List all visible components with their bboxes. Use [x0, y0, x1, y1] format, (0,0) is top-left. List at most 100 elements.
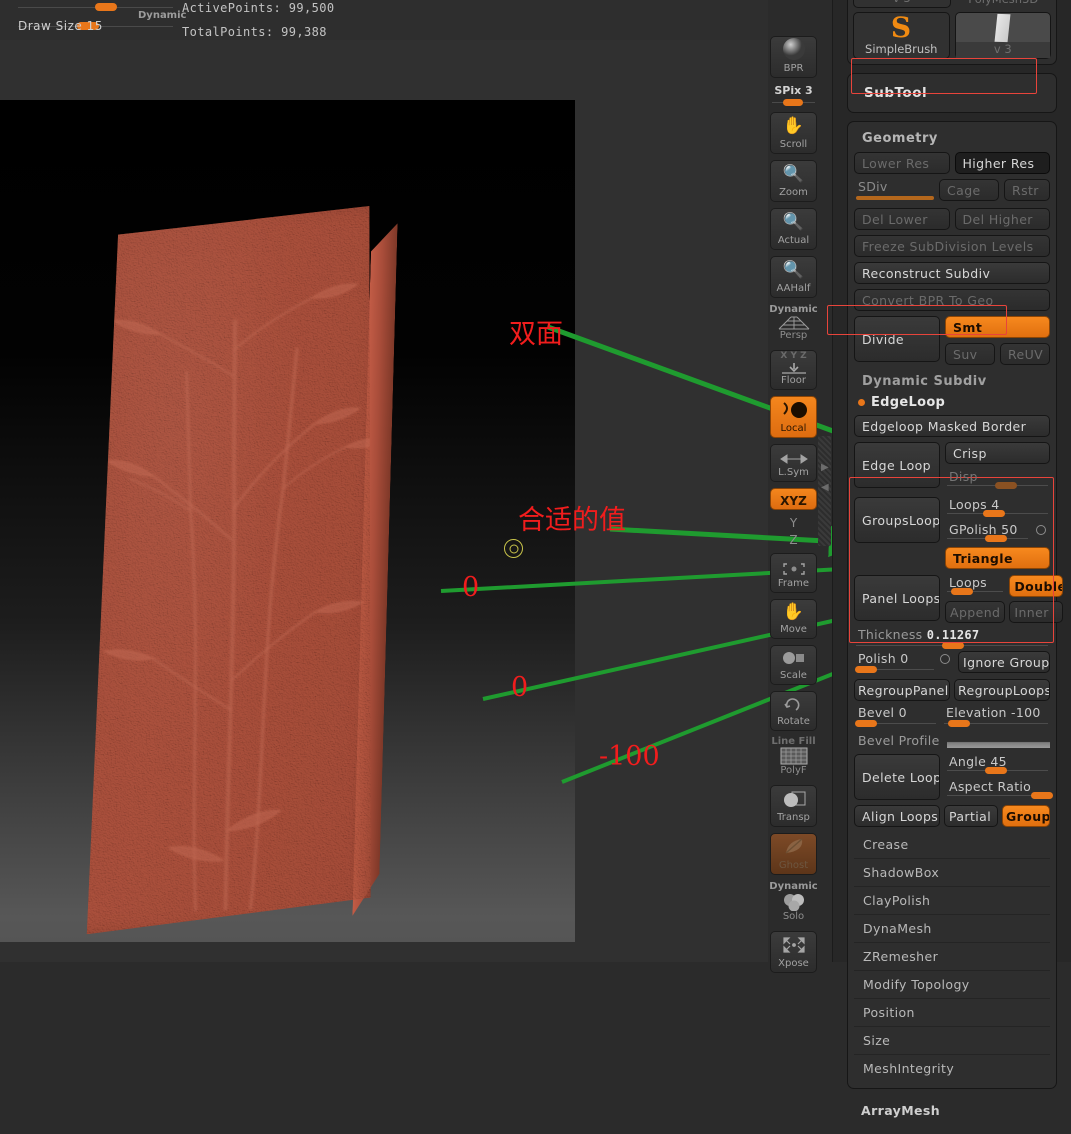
move-button[interactable]: ✋ Move — [770, 599, 817, 639]
ignore-groups-button[interactable]: Ignore Groups — [958, 651, 1050, 673]
edgeloop-masked-border-button[interactable]: Edgeloop Masked Border — [854, 415, 1050, 437]
local-button[interactable]: Local — [770, 396, 817, 438]
bevel-label: Bevel 0 — [858, 705, 907, 720]
polyf-button[interactable]: Line Fill PolyF — [770, 736, 817, 779]
thickness-value: 0.11267 — [926, 628, 980, 642]
groups-button[interactable]: Groups — [1002, 805, 1050, 827]
list-item-zremesher[interactable]: ZRemesher — [854, 943, 1050, 971]
aahalf-button[interactable]: 🔍 AAHalf — [770, 256, 817, 298]
lsym-button[interactable]: L.Sym — [770, 444, 817, 482]
slider-knob[interactable] — [855, 666, 877, 673]
ghost-button[interactable]: Ghost — [770, 833, 817, 875]
list-item-position[interactable]: Position — [854, 999, 1050, 1027]
align-loops-button[interactable]: Align Loops — [854, 805, 940, 827]
bpr-button[interactable]: BPR — [770, 36, 817, 78]
angle-slider[interactable]: Angle 45 — [945, 754, 1050, 774]
xyz-button[interactable]: XYZ — [770, 488, 817, 510]
magnifier-x1-icon: 🔍 — [782, 212, 805, 232]
freeze-subdivision-button[interactable]: Freeze SubDivision Levels — [854, 235, 1050, 257]
convert-bpr-to-geo-button[interactable]: Convert BPR To Geo — [854, 289, 1050, 311]
delete-loops-button[interactable]: Delete Loops — [854, 754, 940, 800]
panel-loops-button[interactable]: Panel Loops — [854, 575, 940, 621]
floor-button[interactable]: X Y Z Floor — [770, 350, 817, 390]
list-item-shadowbox[interactable]: ShadowBox — [854, 859, 1050, 887]
elevation-slider[interactable]: Elevation -100 — [942, 705, 1050, 727]
chevron-left-icon[interactable]: ◀ — [821, 482, 829, 493]
list-item-meshintegrity[interactable]: MeshIntegrity — [854, 1055, 1050, 1082]
spix-slider[interactable] — [772, 98, 815, 107]
y-axis-button[interactable]: Y — [770, 516, 817, 530]
bevel-profile-curve[interactable] — [947, 734, 1050, 748]
crisp-button[interactable]: Crisp — [945, 442, 1050, 464]
thickness-slider[interactable]: Thickness 0.11267 — [854, 627, 1050, 649]
list-item-modify-topology[interactable]: Modify Topology — [854, 971, 1050, 999]
slider-knob[interactable] — [854, 720, 877, 727]
higher-res-button[interactable]: Higher Res — [954, 152, 1050, 174]
disp-slider[interactable]: Disp — [945, 469, 1050, 489]
loops-slider[interactable]: Loops 4 — [945, 497, 1050, 517]
edgeloop-toggle[interactable]: EdgeLoop — [854, 395, 1050, 410]
persp-button[interactable]: Dynamic Persp — [769, 304, 817, 344]
canvas-area[interactable] — [0, 40, 768, 962]
inner-button[interactable]: Inner — [1009, 601, 1064, 623]
partial-button[interactable]: Partial — [944, 805, 998, 827]
rotate-button[interactable]: Rotate — [770, 691, 817, 731]
del-lower-button[interactable]: Del Lower — [854, 208, 950, 230]
list-item-claypolish[interactable]: ClayPolish — [854, 887, 1050, 915]
slider-knob[interactable] — [783, 99, 803, 106]
arraymesh-section[interactable]: ArrayMesh — [833, 1089, 1071, 1118]
lower-res-button[interactable]: Lower Res — [854, 152, 950, 174]
bevel-slider[interactable]: Bevel 0 — [854, 705, 938, 727]
triangle-button[interactable]: Triangle — [945, 547, 1050, 569]
thumb-v3-top[interactable]: v 3 — [853, 0, 951, 8]
xpose-button[interactable]: Xpose — [770, 931, 817, 973]
z-axis-button[interactable]: Z — [770, 533, 817, 547]
transp-button[interactable]: Transp — [770, 785, 817, 827]
reuv-button[interactable]: ReUV — [1000, 343, 1050, 365]
list-item-size[interactable]: Size — [854, 1027, 1050, 1055]
panel-loops-slider[interactable]: Loops — [945, 575, 1005, 595]
divide-button[interactable]: Divide — [854, 316, 940, 362]
thumb-polymesh3d[interactable]: PolyMesh3D — [956, 0, 1052, 8]
del-higher-button[interactable]: Del Higher — [954, 208, 1050, 230]
actual-button[interactable]: 🔍 Actual — [770, 208, 817, 250]
scroll-button[interactable]: ✋ Scroll — [770, 112, 817, 154]
polish-slider[interactable]: Polish 0 — [854, 651, 954, 673]
suv-button[interactable]: Suv — [945, 343, 995, 365]
relief-panel-model[interactable] — [85, 210, 380, 930]
slider-knob[interactable] — [95, 3, 117, 11]
list-item-crease[interactable]: Crease — [854, 831, 1050, 859]
gpolish-slider[interactable]: GPolish 50 — [945, 522, 1050, 542]
panel-scroll-handle[interactable]: ▶ ◀ — [818, 436, 831, 546]
thumb-current-tool[interactable]: v 3 — [954, 12, 1051, 59]
aspect-ratio-slider[interactable]: Aspect Ratio — [945, 779, 1054, 799]
edge-loop-button[interactable]: Edge Loop — [854, 442, 940, 488]
frame-button[interactable]: Frame — [770, 553, 817, 593]
cage-button[interactable]: Cage — [939, 179, 999, 201]
nanomesh-section[interactable]: NanoMesh — [833, 1118, 1071, 1134]
groupsloops-button[interactable]: GroupsLoops — [854, 497, 940, 543]
smt-button[interactable]: Smt — [945, 316, 1050, 338]
rstr-button[interactable]: Rstr — [1004, 179, 1050, 201]
transparency-icon — [780, 786, 808, 812]
document-canvas[interactable] — [0, 100, 575, 942]
slider-knob[interactable] — [948, 720, 971, 727]
edgeloop-label: EdgeLoop — [871, 395, 946, 410]
regroup-panels-button[interactable]: RegroupPanels — [854, 679, 950, 701]
solo-button[interactable]: Dynamic Solo — [769, 881, 817, 925]
right-vertical-toolbar[interactable]: BPR SPix 3 ✋ Scroll 🔍 Zoom 🔍 Actual 🔍 AA… — [769, 36, 818, 979]
sdiv-slider[interactable]: SDiv — [854, 179, 934, 203]
subtool-section[interactable]: SubTool — [847, 73, 1057, 113]
right-properties-panel[interactable]: v 3 PolyMesh3D S SimpleBrush v 3 — [827, 0, 1071, 1118]
thumb-simplebrush[interactable]: S SimpleBrush — [853, 12, 950, 59]
subtool-label: SubTool — [864, 85, 928, 101]
chevron-right-icon[interactable]: ▶ — [821, 462, 829, 473]
double-button[interactable]: Double — [1009, 575, 1064, 597]
regroup-loops-button[interactable]: RegroupLoops — [954, 679, 1050, 701]
scale-button[interactable]: Scale — [770, 645, 817, 685]
append-button[interactable]: Append — [945, 601, 1006, 623]
reconstruct-subdiv-button[interactable]: Reconstruct Subdiv — [854, 262, 1050, 284]
slider-knob[interactable] — [942, 642, 965, 649]
list-item-dynamesh[interactable]: DynaMesh — [854, 915, 1050, 943]
zoom-button[interactable]: 🔍 Zoom — [770, 160, 817, 202]
